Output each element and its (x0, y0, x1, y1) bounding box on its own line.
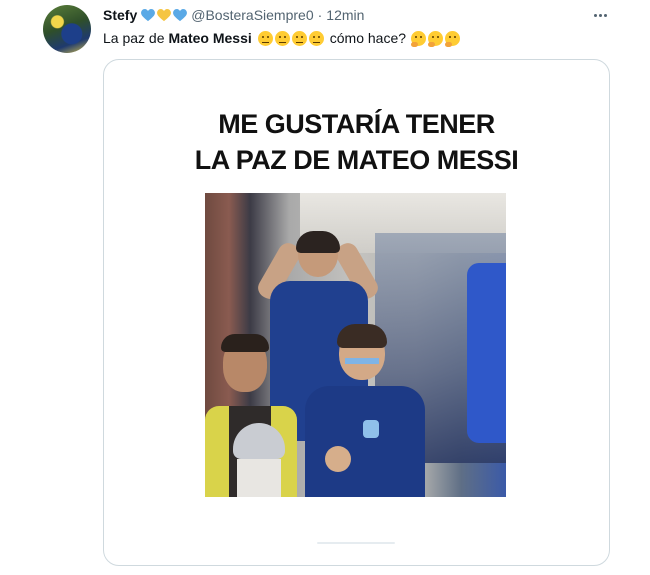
photo-person-right (467, 263, 506, 443)
more-dot (598, 13, 602, 17)
more-dot (593, 13, 597, 17)
text-bold-name: Mateo Messi (168, 30, 252, 46)
timestamp[interactable]: 12min (326, 7, 364, 23)
media-bottom-indicator (317, 542, 395, 544)
photo-person-cap (233, 423, 285, 497)
end-emojis (409, 30, 461, 47)
tweet-header: Stefy @BosteraSiempre0 · 12min (103, 6, 364, 24)
raised-eyebrow-face-icon (308, 30, 324, 46)
display-name[interactable]: Stefy (103, 7, 137, 23)
face-emojis (256, 30, 324, 46)
thinking-face-icon (257, 30, 273, 46)
user-handle[interactable]: @BosteraSiempre0 (191, 7, 313, 23)
meme-caption-line-2: LA PAZ DE MATEO MESSI (194, 145, 519, 175)
raised-eyebrow-face-icon (274, 30, 290, 46)
avatar[interactable] (43, 5, 91, 53)
thinking-face-icon (411, 30, 427, 47)
more-dot (603, 13, 607, 17)
blue-heart-icon (173, 8, 188, 21)
photo-boy-foreground (305, 324, 425, 497)
meme-caption-line-1: ME GUSTARÍA TENER (218, 109, 495, 139)
name-emojis (141, 8, 188, 22)
blue-heart-icon (141, 8, 156, 21)
separator-dot: · (317, 7, 323, 23)
thinking-face-icon (445, 30, 461, 47)
meme-photo[interactable] (205, 193, 506, 497)
text-prefix: La paz de (103, 30, 165, 46)
thinking-face-icon (428, 30, 444, 47)
text-suffix: cómo hace? (329, 30, 407, 46)
media-card[interactable]: ME GUSTARÍA TENER LA PAZ DE MATEO MESSI (103, 59, 610, 566)
more-options-button[interactable] (590, 8, 610, 22)
tweet[interactable]: Stefy @BosteraSiempre0 · 12min La paz de… (0, 0, 650, 575)
tweet-text: La paz de Mateo Messi cómo hace? (103, 29, 461, 47)
meme-caption: ME GUSTARÍA TENER LA PAZ DE MATEO MESSI (104, 106, 609, 178)
raised-eyebrow-face-icon (291, 30, 307, 46)
yellow-heart-icon (157, 8, 172, 21)
